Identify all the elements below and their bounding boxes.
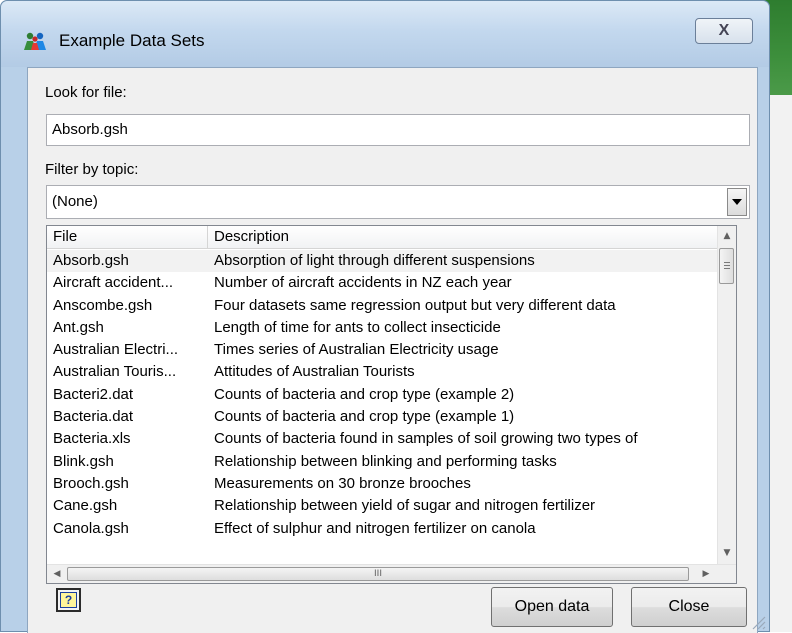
people-group-icon (24, 32, 46, 50)
file-name-cell: Australian Touris... (53, 363, 177, 381)
list-item[interactable]: Brooch.gsh Measurements on 30 bronze broo… (47, 473, 717, 495)
close-icon: X (718, 22, 730, 39)
look-for-file-label: Look for file: (45, 84, 127, 101)
description-cell: Attitudes of Australian Tourists (214, 363, 415, 381)
scroll-down-arrow-icon[interactable]: ▼ (718, 544, 736, 562)
list-item[interactable]: Canola.gsh Effect of sulphur and nitrogen… (47, 518, 717, 540)
dialog-body: Look for file: Absorb.gsh Filter by topi… (27, 67, 758, 633)
description-cell: Counts of bacteria and crop type (exampl… (214, 408, 515, 426)
list-item[interactable]: Bacteria.xls Counts of bacteria found in … (47, 428, 717, 450)
file-name-cell: Bacteria.dat (53, 408, 134, 426)
resize-grip-icon[interactable] (749, 613, 767, 631)
description-cell: Relationship between blinking and perfor… (214, 452, 557, 470)
list-item[interactable]: Blink.gsh Relationship between blinking a… (47, 451, 717, 473)
horizontal-scroll-thumb[interactable]: III (67, 567, 689, 581)
scroll-right-arrow-icon[interactable]: ▶ (697, 565, 715, 583)
list-item[interactable]: Absorb.gsh Absorption of light through di… (47, 250, 717, 273)
title-bar[interactable]: Example Data Sets X (1, 1, 769, 67)
scroll-grip-icon: III (374, 569, 382, 579)
file-name-cell: Canola.gsh (53, 519, 129, 537)
file-name-cell: Blink.gsh (53, 452, 114, 470)
file-search-input[interactable]: Absorb.gsh (46, 114, 750, 146)
horizontal-scrollbar[interactable]: ◀ III ▶ (47, 564, 736, 583)
topic-filter-select[interactable]: (None) (46, 185, 750, 219)
file-name-cell: Cane.gsh (53, 497, 118, 515)
dropdown-button[interactable] (727, 188, 747, 216)
vertical-scroll-thumb[interactable] (719, 248, 734, 284)
list-item[interactable]: Cane.gsh Relationship between yield of su… (47, 495, 717, 517)
description-cell: Effect of sulphur and nitrogen fertilize… (214, 519, 536, 537)
list-header: File Description (47, 226, 717, 249)
file-name-cell: Bacteri2.dat (53, 385, 134, 403)
scroll-up-arrow-icon[interactable]: ▲ (718, 227, 736, 245)
list-item[interactable]: Ant.gsh Length of time for ants to collec… (47, 317, 717, 339)
column-header-file[interactable]: File (47, 226, 208, 248)
list-item[interactable]: Aircraft accident... Number of aircraft a… (47, 272, 717, 294)
list-item[interactable]: Australian Electri... Times series of Aus… (47, 339, 717, 361)
file-name-cell: Ant.gsh (53, 318, 104, 336)
open-data-button[interactable]: Open data (491, 587, 613, 627)
close-button[interactable]: Close (631, 587, 747, 627)
description-cell: Counts of bacteria found in samples of s… (214, 430, 638, 448)
description-cell: Length of time for ants to collect insec… (214, 318, 501, 336)
window-title: Example Data Sets (59, 31, 205, 50)
filter-by-topic-label: Filter by topic: (45, 161, 139, 178)
description-cell: Measurements on 30 bronze brooches (214, 474, 471, 492)
help-button[interactable]: ? (56, 588, 81, 612)
description-cell: Times series of Australian Electricity u… (214, 341, 499, 359)
file-name-cell: Anscombe.gsh (53, 296, 153, 314)
example-data-sets-dialog: Example Data Sets X Look for file: Absor… (0, 0, 770, 633)
vertical-scrollbar[interactable]: ▲ ▼ (717, 226, 736, 564)
list-rows: Absorb.gsh Absorption of light through di… (47, 250, 717, 540)
topic-filter-value: (None) (52, 193, 98, 210)
file-name-cell: Absorb.gsh (53, 252, 129, 269)
file-name-cell: Aircraft accident... (53, 274, 174, 292)
list-item[interactable]: Australian Touris... Attitudes of Austral… (47, 361, 717, 383)
column-header-description[interactable]: Description (208, 226, 717, 248)
help-icon: ? (60, 592, 77, 608)
description-cell: Relationship between yield of sugar and … (214, 497, 596, 515)
description-cell: Counts of bacteria and crop type (exampl… (214, 385, 515, 403)
description-cell: Four datasets same regression output but… (214, 296, 616, 314)
list-item[interactable]: Anscombe.gsh Four datasets same regressio… (47, 295, 717, 317)
description-cell: Number of aircraft accidents in NZ each … (214, 274, 512, 292)
file-name-cell: Bacteria.xls (53, 430, 131, 448)
description-cell: Absorption of light through different su… (214, 252, 535, 269)
chevron-down-icon (732, 198, 742, 205)
scroll-left-arrow-icon[interactable]: ◀ (48, 565, 66, 583)
data-sets-list[interactable]: File Description Absorb.gsh Absorption of… (46, 225, 737, 584)
list-item[interactable]: Bacteri2.dat Counts of bacteria and crop … (47, 384, 717, 406)
file-name-cell: Brooch.gsh (53, 474, 129, 492)
list-item[interactable]: Bacteria.dat Counts of bacteria and crop … (47, 406, 717, 428)
close-window-button[interactable]: X (695, 18, 753, 44)
file-name-cell: Australian Electri... (53, 341, 179, 359)
